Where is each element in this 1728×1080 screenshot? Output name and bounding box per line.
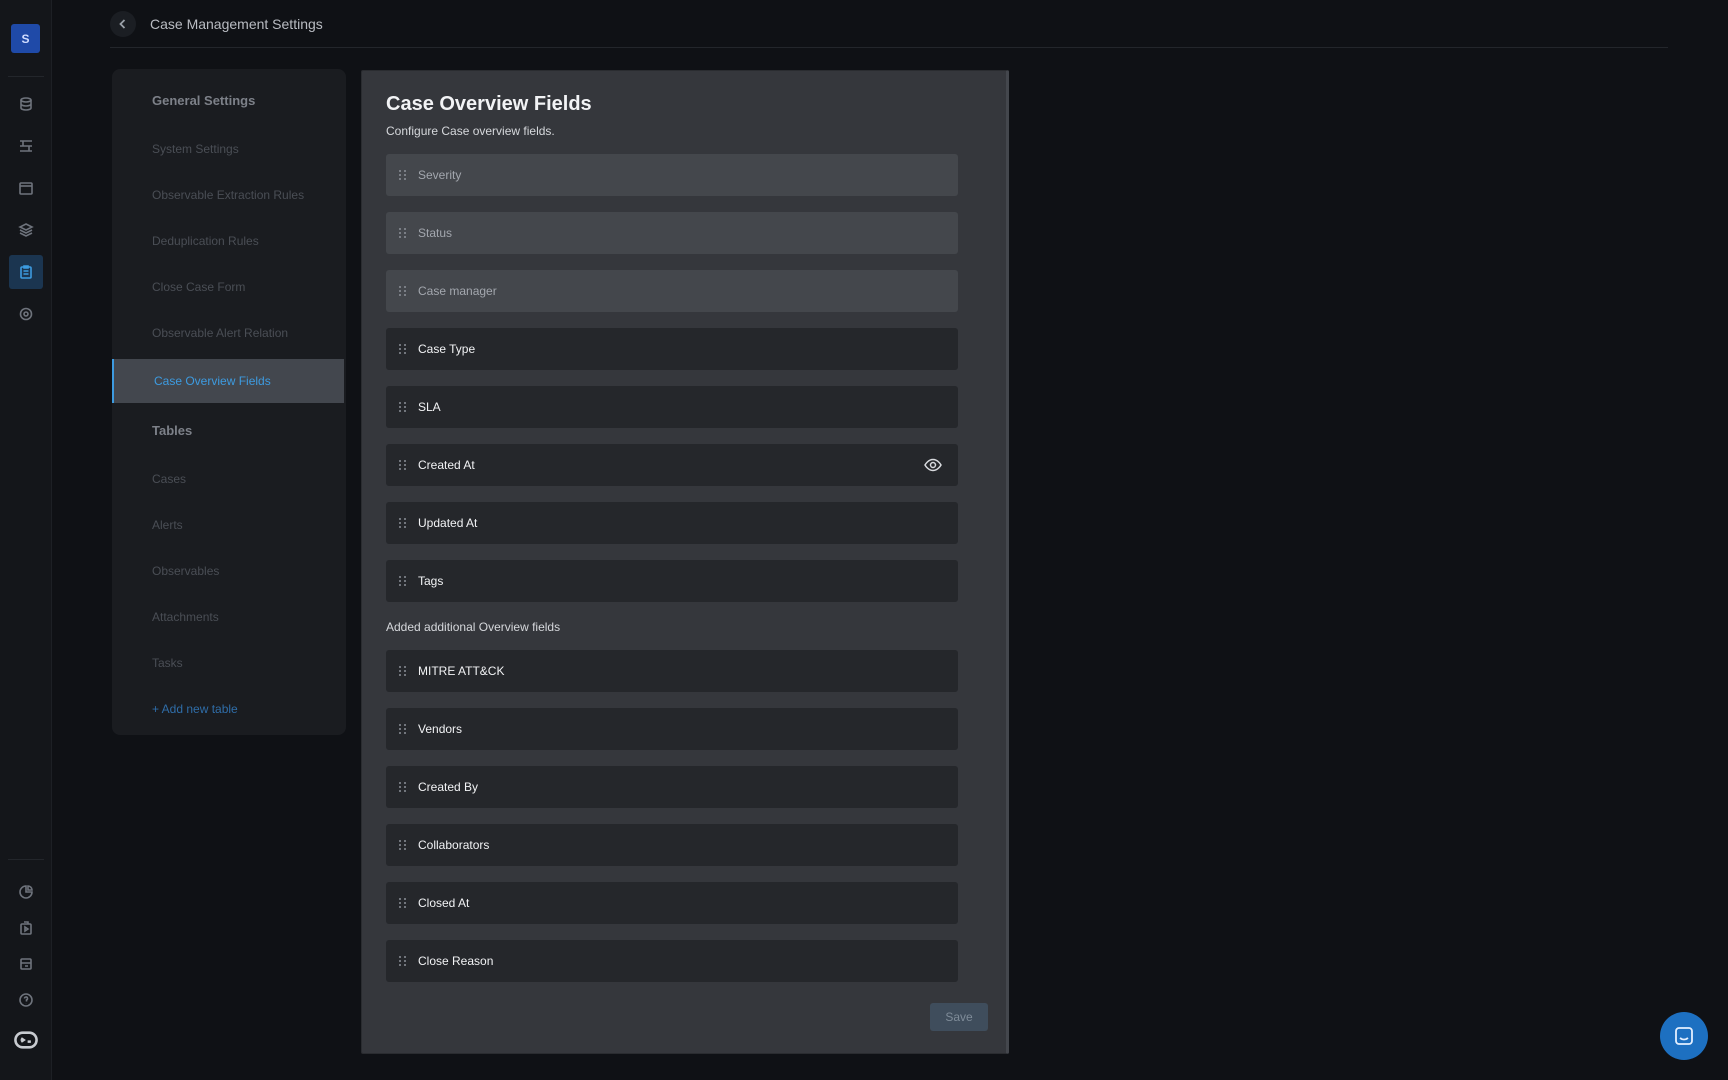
nav-item-system-settings[interactable]: System Settings — [152, 142, 239, 156]
field-label: Closed At — [418, 896, 470, 910]
nav-item-deduplication-rules[interactable]: Deduplication Rules — [152, 234, 259, 248]
field-row-case-manager: Case manager — [386, 270, 958, 312]
rail-cases-icon[interactable] — [9, 255, 43, 289]
field-row-close-reason[interactable]: Close Reason — [386, 940, 958, 982]
rail-database-icon[interactable] — [9, 87, 43, 121]
field-row-collaborators[interactable]: Collaborators — [386, 824, 958, 866]
rail-layers-icon[interactable] — [9, 213, 43, 247]
header-divider — [110, 47, 1668, 48]
rail-workflow-icon[interactable] — [9, 129, 43, 163]
drag-handle-icon — [399, 227, 407, 239]
nav-section-tables: Tables — [152, 423, 193, 438]
drag-handle-icon[interactable] — [399, 839, 407, 851]
panel-title: Case Overview Fields — [386, 93, 592, 115]
drag-handle-icon[interactable] — [399, 517, 407, 529]
case-overview-panel: Case Overview Fields Configure Case over… — [361, 70, 1009, 1054]
field-row-vendors[interactable]: Vendors — [386, 708, 958, 750]
field-row-created-by[interactable]: Created By — [386, 766, 958, 808]
rail-help-icon[interactable] — [9, 983, 43, 1017]
add-new-table-link[interactable]: + Add new table — [152, 702, 238, 716]
drag-handle-icon — [399, 169, 407, 181]
field-row-severity: Severity — [386, 154, 958, 196]
rail-integrations-icon[interactable] — [9, 947, 43, 981]
nav-section-general: General Settings — [152, 93, 256, 108]
additional-fields-heading: Added additional Overview fields — [386, 620, 561, 634]
field-label: Close Reason — [418, 954, 494, 968]
field-label: Case manager — [418, 284, 497, 298]
field-row-sla[interactable]: SLA — [386, 386, 958, 428]
field-label: Status — [418, 226, 453, 240]
nav-item-observables[interactable]: Observables — [152, 564, 219, 578]
field-label: Created At — [418, 458, 475, 472]
field-label: Vendors — [418, 722, 463, 736]
nav-item-attachments[interactable]: Attachments — [152, 610, 219, 624]
field-label: SLA — [418, 400, 441, 414]
nav-item-observable-alert-relation[interactable]: Observable Alert Relation — [152, 326, 288, 340]
field-row-created-at[interactable]: Created At — [386, 444, 958, 486]
drag-handle-icon[interactable] — [399, 897, 407, 909]
drag-handle-icon[interactable] — [399, 575, 407, 587]
chevron-left-icon — [119, 19, 126, 29]
drag-handle-icon — [399, 285, 407, 297]
nav-item-cases[interactable]: Cases — [152, 472, 186, 486]
drag-handle-icon[interactable] — [399, 955, 407, 967]
rail-settings-icon[interactable] — [9, 297, 43, 331]
chat-icon — [1675, 1027, 1693, 1045]
field-label: Severity — [418, 168, 462, 182]
field-row-tags[interactable]: Tags — [386, 560, 958, 602]
drag-handle-icon[interactable] — [399, 401, 407, 413]
field-label: Tags — [418, 574, 444, 588]
left-rail: S — [0, 0, 52, 1080]
rail-reports-icon[interactable] — [9, 875, 43, 909]
drag-handle-icon[interactable] — [399, 343, 407, 355]
nav-item-close-case-form[interactable]: Close Case Form — [152, 280, 245, 294]
rail-playbook-icon[interactable] — [9, 911, 43, 945]
drag-handle-icon[interactable] — [399, 665, 407, 677]
rail-divider — [8, 859, 44, 860]
eye-icon[interactable] — [924, 457, 942, 473]
rail-calendar-icon[interactable] — [9, 171, 43, 205]
drag-handle-icon[interactable] — [399, 459, 407, 471]
nav-item-alerts[interactable]: Alerts — [152, 518, 183, 532]
back-button[interactable] — [110, 11, 136, 37]
rail-user-bot-icon[interactable] — [9, 1023, 43, 1057]
nav-item-case-overview-fields[interactable]: Case Overview Fields — [112, 359, 344, 403]
field-label: Collaborators — [418, 838, 490, 852]
settings-nav: General Settings System Settings Observa… — [112, 69, 346, 735]
field-label: Case Type — [418, 342, 476, 356]
panel-subtitle: Configure Case overview fields. — [386, 124, 555, 138]
nav-item-observable-extraction-rules[interactable]: Observable Extraction Rules — [152, 188, 304, 202]
rail-divider — [8, 76, 44, 77]
field-row-updated-at[interactable]: Updated At — [386, 502, 958, 544]
chat-support-button[interactable] — [1660, 1012, 1708, 1060]
page-title: Case Management Settings — [150, 16, 323, 32]
field-label: Updated At — [418, 516, 478, 530]
field-row-mitre-attack[interactable]: MITRE ATT&CK — [386, 650, 958, 692]
field-row-status: Status — [386, 212, 958, 254]
page-header: Case Management Settings — [110, 10, 323, 38]
nav-item-tasks[interactable]: Tasks — [152, 656, 183, 670]
save-button[interactable]: Save — [930, 1003, 988, 1031]
field-label: Created By — [418, 780, 479, 794]
field-label: MITRE ATT&CK — [418, 664, 505, 678]
field-row-case-type[interactable]: Case Type — [386, 328, 958, 370]
drag-handle-icon[interactable] — [399, 781, 407, 793]
drag-handle-icon[interactable] — [399, 723, 407, 735]
field-row-closed-at[interactable]: Closed At — [386, 882, 958, 924]
workspace-avatar[interactable]: S — [11, 24, 40, 53]
